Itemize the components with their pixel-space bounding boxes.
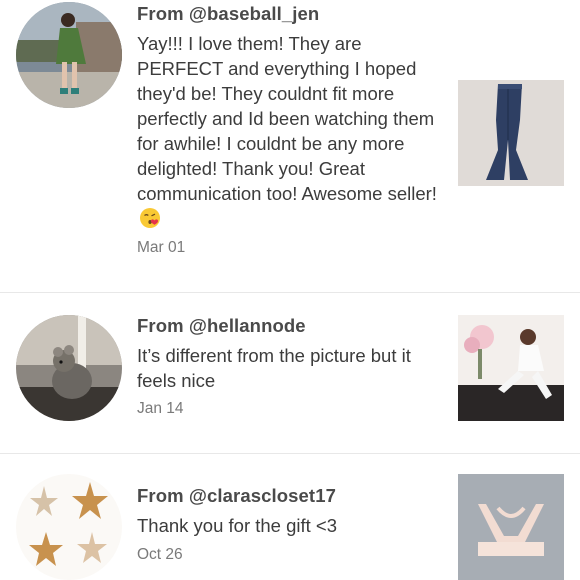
- reviewer-username[interactable]: From @baseball_jen: [137, 3, 319, 25]
- pink-bralette-photo: [458, 474, 564, 580]
- reviews-list: From @baseball_jen Yay!!! I love them! T…: [0, 0, 580, 580]
- review-text-body: Yay!!! I love them! They are PERFECT and…: [137, 33, 437, 204]
- review-text: Thank you for the gift <3: [137, 515, 338, 536]
- reviewer-username[interactable]: From @clarascloset17: [137, 485, 336, 507]
- review-date: Jan 14: [137, 400, 184, 417]
- face-blowing-kiss-emoji: [140, 208, 160, 228]
- review-item: From @baseball_jen Yay!!! I love them! T…: [0, 0, 580, 292]
- review-photo-thumbnail[interactable]: [458, 315, 564, 421]
- review-item: From @hellannode It’s different from the…: [0, 293, 580, 453]
- review-text: Yay!!! I love them! They are PERFECT and…: [137, 31, 437, 231]
- review-date: Oct 26: [137, 546, 183, 563]
- reviewer-avatar[interactable]: [16, 315, 122, 421]
- woman-white-outfit-photo: [458, 315, 564, 421]
- flare-jeans-photo: [458, 80, 564, 186]
- review-photo-thumbnail[interactable]: [458, 474, 564, 580]
- review-text: It’s different from the picture but it f…: [137, 345, 411, 391]
- chinchilla-photo: [16, 315, 122, 421]
- reviewer-avatar[interactable]: [16, 2, 122, 108]
- person-on-street-photo: [16, 2, 122, 108]
- review-date: Mar 01: [137, 239, 186, 256]
- review-photo-thumbnail[interactable]: [458, 80, 564, 186]
- reviewer-username[interactable]: From @hellannode: [137, 315, 306, 337]
- starfish-photo: [16, 474, 122, 580]
- reviewer-avatar[interactable]: [16, 474, 122, 580]
- review-item: From @clarascloset17 Thank you for the g…: [0, 454, 580, 580]
